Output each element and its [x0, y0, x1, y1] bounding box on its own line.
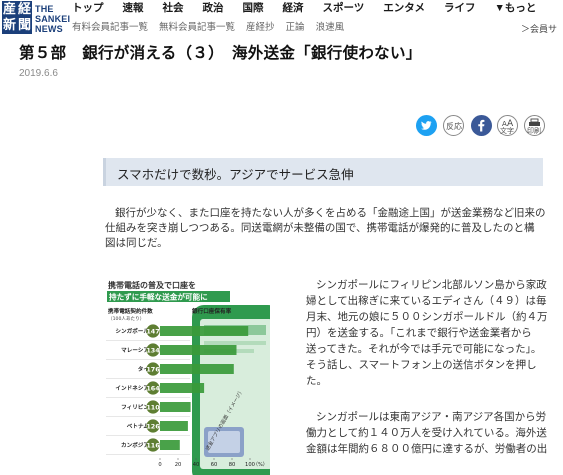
member-link[interactable]: ＞会員サ — [521, 22, 557, 35]
country-label: マレーシア — [121, 347, 149, 354]
paragraph-line: 図は同じだ。 — [105, 237, 168, 249]
logo-char: 産 — [2, 2, 16, 17]
paragraph-line: 仕組みを突き崩しつつある。同送電網が未整備の国で、携帯電話が爆発的に普及したのと… — [105, 222, 535, 234]
country-label: インドネシア — [115, 384, 149, 392]
top-navigation: 産 経 新 聞 THE SANKEI NEWS トップ 速報 社会 政治 国際 … — [0, 0, 563, 38]
facebook-icon — [478, 119, 485, 132]
country-label: フィリピン — [121, 403, 149, 411]
font-size-label: 文字 — [500, 128, 514, 135]
nav-politics[interactable]: 政治 — [203, 1, 224, 17]
paragraph-line: 働力として約１４０万人を受け入れている。海外送 — [306, 427, 547, 439]
mobile-subscriptions-value: 134 — [146, 346, 160, 354]
font-size-button[interactable]: A A 文字 — [497, 115, 518, 136]
logo-english-line: THE — [35, 4, 54, 14]
sub-nav: 有料会員記事一覧 無料会員記事一覧 産経抄 正論 浪速風 — [72, 21, 355, 35]
logo-char: 新 — [2, 17, 16, 33]
main-nav: トップ 速報 社会 政治 国際 経済 スポーツ エンタメ ライフ ▼もっと — [72, 1, 555, 17]
bank-account-bar — [160, 383, 205, 393]
nav-economy[interactable]: 経済 — [283, 1, 304, 17]
logo-char: 経 — [17, 2, 31, 17]
print-button[interactable]: 印刷 — [524, 115, 545, 136]
subnav-free-articles[interactable]: 無料会員記事一覧 — [159, 21, 235, 35]
paragraph-line: シンガポールは東南アジア・南アジア各国から労 — [316, 411, 547, 423]
x-unit-label: （%） — [253, 462, 268, 468]
article-subheading: スマホだけで数秒。アジアでサービス急伸 — [103, 158, 543, 186]
mobile-subscriptions-value: 110 — [146, 403, 160, 411]
nav-top[interactable]: トップ — [72, 1, 104, 17]
x-tick-label: 0 — [158, 462, 161, 468]
x-tick-label: 80 — [229, 462, 236, 468]
paragraph-line: 金額は年間約６８００億円に達するが、労働者の出 — [306, 443, 548, 455]
nav-world[interactable]: 国際 — [243, 1, 264, 17]
reaction-button[interactable]: 反応 — [443, 115, 464, 136]
logo-english-line: NEWS — [35, 24, 63, 34]
print-label: 印刷 — [527, 128, 541, 135]
mobile-subscriptions-value: 116 — [146, 441, 160, 449]
col1-unit: （100人あたり） — [108, 316, 144, 322]
mobile-subscriptions-value: 126 — [146, 422, 160, 430]
paragraph-intro: 銀行が少なく、また口座を持たない人が多くを占める「金融途上国」が送金業務など旧来… — [105, 206, 546, 251]
paragraph-line: 婦として出稼ぎに来ているエディさん（４９）は毎 — [306, 295, 547, 307]
x-tick-label: 40 — [193, 462, 200, 468]
paragraph-singapore: シンガポールにフィリピン北部ルソン島から家政 婦として出稼ぎに来ているエディさん… — [306, 277, 548, 389]
country-label: カンボジア — [121, 441, 149, 449]
nav-breaking[interactable]: 速報 — [123, 1, 144, 17]
bank-account-bar — [160, 326, 249, 336]
country-label: シンガポール — [115, 327, 149, 335]
bank-account-bar — [160, 421, 188, 431]
subnav-sankeisho[interactable]: 産経抄 — [246, 21, 275, 35]
nav-sports[interactable]: スポーツ — [323, 1, 365, 17]
logo-char: 聞 — [17, 17, 31, 33]
col2-label: 銀行口座保有率 — [192, 307, 232, 315]
nav-more[interactable]: ▼もっと — [494, 1, 536, 17]
reaction-label: 反応 — [446, 122, 462, 131]
article-title: 第５部 銀行が消える（３） 海外送金「銀行使わない」 — [19, 45, 422, 62]
facebook-share-button[interactable] — [471, 115, 492, 136]
paragraph-line: 月末、地元の娘に５００シンガポールドル（約４万 — [306, 311, 548, 323]
bank-account-bar — [160, 364, 234, 374]
subnav-seiron[interactable]: 正論 — [286, 21, 305, 35]
paragraph-line: 銀行が少なく、また口座を持たない人が多くを占める「金融途上国」が送金業務など旧来… — [115, 207, 546, 219]
mobile-subscriptions-value: 164 — [146, 384, 160, 392]
nav-life[interactable]: ライフ — [444, 1, 476, 17]
infographic[interactable]: 送金アプリの画面（イメージ） 携帯電話の普及で口座を 持たずに手軽な送金が可能に… — [104, 277, 270, 475]
subnav-paid-articles[interactable]: 有料会員記事一覧 — [72, 21, 148, 35]
paragraph-line: シンガポールにフィリピン北部ルソン島から家政 — [316, 279, 547, 291]
bank-account-bar — [160, 440, 180, 450]
nav-society[interactable]: 社会 — [163, 1, 184, 17]
article-date: 2019.6.6 — [19, 68, 58, 79]
nav-entertainment[interactable]: エンタメ — [383, 1, 425, 17]
mobile-subscriptions-value: 147 — [146, 327, 159, 335]
infographic-heading-line2: 持たずに手軽な送金が可能に — [109, 292, 208, 302]
bank-account-bar — [160, 402, 191, 412]
col1-label: 携帯電話契約件数 — [108, 307, 153, 315]
subnav-naniwakaze[interactable]: 浪速風 — [316, 21, 345, 35]
twitter-icon — [421, 121, 432, 130]
x-tick-label: 20 — [175, 462, 182, 468]
paragraph-line: 送ってきた。それが今では手元で可能になった」。 — [306, 343, 542, 355]
logo-english[interactable]: THE SANKEI NEWS — [35, 4, 70, 34]
paragraph-line: そう話し、スマートフォン上の送信ボタンを押し — [306, 359, 537, 371]
x-tick-label: 60 — [211, 462, 218, 468]
infographic-chart: 送金アプリの画面（イメージ） 携帯電話の普及で口座を 持たずに手軽な送金が可能に… — [106, 280, 270, 475]
paragraph-line: た。 — [306, 375, 327, 387]
infographic-heading-line1: 携帯電話の普及で口座を — [108, 280, 196, 290]
bank-account-bar — [160, 345, 237, 355]
sankei-logo[interactable]: 産 経 新 聞 — [2, 1, 32, 34]
logo-english-line: SANKEI — [35, 14, 71, 24]
mobile-subscriptions-value: 176 — [146, 365, 160, 373]
paragraph-workers: シンガポールは東南アジア・南アジア各国から労 働力として約１４０万人を受け入れて… — [306, 409, 548, 457]
twitter-share-button[interactable] — [416, 115, 437, 136]
paragraph-line: 円）を送金する。「これまで銀行や送金業者から — [306, 327, 532, 339]
